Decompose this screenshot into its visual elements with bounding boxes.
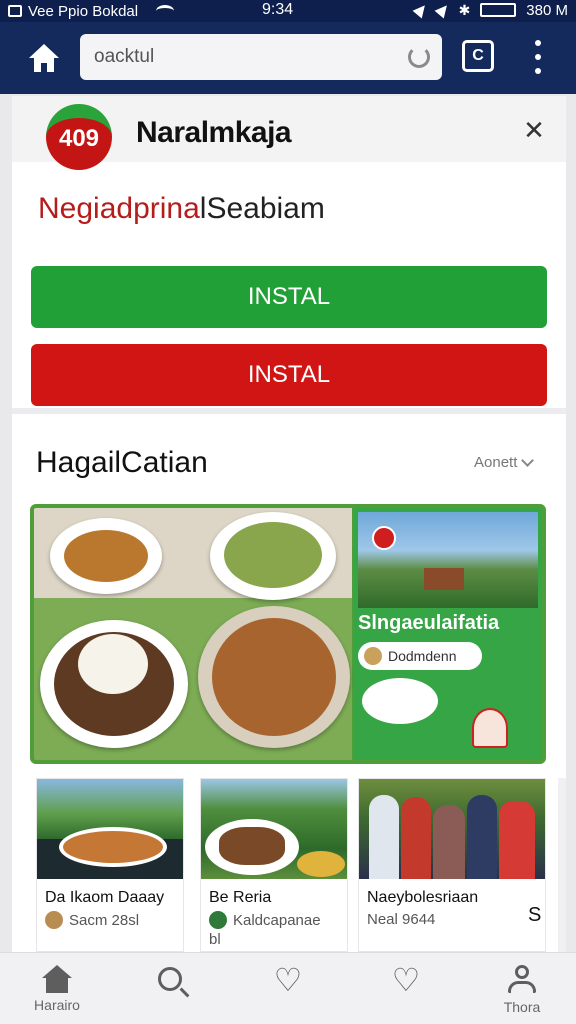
install-button-red[interactable]: INSTAL [31,344,547,406]
status-time: 9:34 [262,1,294,18]
pill-avatar-icon [364,647,382,665]
nav-search[interactable] [138,965,202,1024]
close-button[interactable]: ✕ [522,116,546,144]
card-title: Naeybolesriaan [367,889,479,906]
profile-icon [508,965,536,995]
partial-card-letter: S [528,904,542,926]
card-image [37,779,183,879]
bluetooth-icon: ✱ [458,1,471,18]
promo-subtitle: Dodmdenn [388,648,457,664]
subtitle-dark-part: lSeabiam [199,192,325,225]
search-icon [158,967,182,991]
dish-shape [297,851,345,877]
card-avatar-icon [45,911,63,929]
reload-icon[interactable] [408,46,430,68]
person-shape [467,795,497,879]
section-more-link[interactable]: Aonett [474,454,535,471]
menu-dot [535,40,541,46]
nav-profile[interactable]: Thora [490,965,554,1024]
nav-home[interactable]: Harairo [25,965,89,1024]
card-image [359,779,545,879]
card-meta-text: Neal 9644 [367,911,436,928]
app-install-card: 409 Naralmkaja ✕ NegiadprinalSeabiam INS… [12,96,566,414]
status-bar: Vee Ppio Bokdal 9:34 ✱ 380 M [0,0,576,22]
section-more-label: Aonett [474,454,518,471]
promo-subtitle-pill: Dodmdenn [358,642,482,670]
promo-title: Slngaeulaifatia [358,612,500,634]
card-image [201,779,347,879]
card-edge [558,778,566,952]
browser-toolbar: oacktul C [0,22,576,94]
subtitle-red-part: Negiadprina [38,192,200,225]
food-collage-image [34,508,352,760]
content-card[interactable]: Be Reria Kaldcapanae bl [200,778,348,952]
bottom-navigation: Harairo ♡ ♡ Thora [0,952,576,1024]
person-shape [369,795,399,879]
food-dish [212,618,336,736]
person-avatar [472,708,508,748]
card-meta: Kaldcapanae [209,911,321,929]
home-button[interactable] [26,40,62,76]
sim-icon [8,5,22,17]
app-subtitle: NegiadprinalSeabiam [38,192,325,226]
landscape-photo [358,512,538,608]
app-name: Naralmkaja [136,116,292,149]
menu-dot [535,54,541,60]
install-button-green[interactable]: INSTAL [31,266,547,328]
dish-image [362,678,438,724]
card-meta-line2: bl [209,931,221,948]
tabs-button[interactable]: C [462,40,494,72]
app-logo: 409 [46,104,112,170]
home-icon [42,965,72,993]
promo-info-panel: Slngaeulaifatia Dodmdenn [354,508,542,760]
home-icon [29,44,59,72]
battery-text: 380 M [526,1,568,19]
address-bar[interactable]: oacktul [80,34,442,80]
food-dish [64,530,148,582]
person-shape [499,801,535,879]
content-card[interactable]: Da Ikaom Daaay Sacm 28sl [36,778,184,952]
record-badge-icon [372,526,396,550]
dish-shape [219,827,285,865]
wifi-icon [156,5,175,17]
promo-banner[interactable]: Slngaeulaifatia Dodmdenn [30,504,546,764]
url-text: oacktul [94,46,155,67]
card-meta-text: Kaldcapanae [233,911,321,929]
nav-profile-label: Thora [503,999,541,1015]
dish-shape [59,827,167,867]
person-shape [433,805,465,879]
location-arrow-icon [412,1,430,19]
card-meta: Neal 9644 [367,911,435,928]
card-meta-text: Sacm 28sl [69,911,140,929]
heart-outline-icon: ♡ [273,962,303,998]
menu-dot [535,68,541,74]
section-title: HagailCatian [36,446,208,479]
battery-icon [480,3,517,17]
person-shape [401,797,431,879]
chevron-down-icon [521,454,535,467]
overflow-menu-button[interactable] [532,40,544,74]
card-title: Da Ikaom Daaay [45,889,165,906]
rice-mound [78,634,148,694]
card-title: Be Reria [209,889,272,906]
card-avatar-icon [209,911,227,929]
heart-icon: ♡ [391,962,421,998]
nav-favorites[interactable]: ♡ [374,962,438,1024]
nav-favorites-outline[interactable]: ♡ [256,962,320,1024]
house-shape [424,568,464,590]
page-content: 409 Naralmkaja ✕ NegiadprinalSeabiam INS… [12,96,566,952]
carrier-label: Vee Ppio Bokdal [28,2,139,20]
food-dish [224,522,322,588]
signal-icon [434,1,452,19]
content-card[interactable]: Naeybolesriaan Neal 9644 [358,778,546,952]
nav-home-label: Harairo [34,997,80,1013]
card-meta: Sacm 28sl [45,911,139,929]
